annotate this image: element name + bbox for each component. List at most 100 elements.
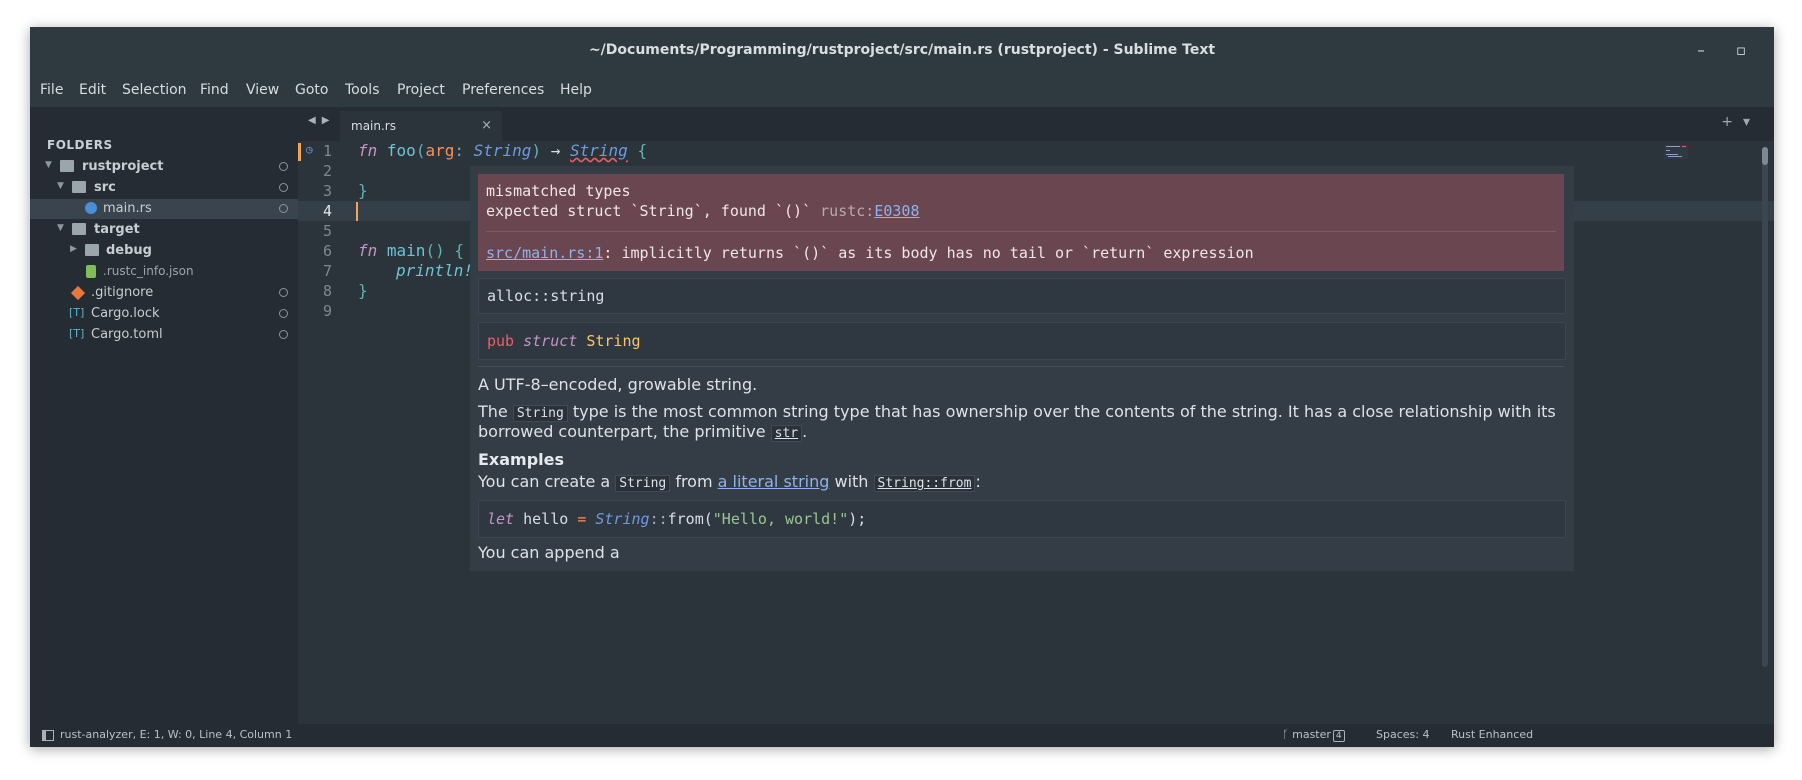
open-indicator-icon [279, 183, 288, 192]
tree-item-label: rustproject [82, 159, 164, 174]
menu-goto[interactable]: Goto [295, 82, 328, 98]
doc-paragraph: You can append a [478, 543, 620, 562]
tree-item-cargo-lock[interactable]: [T] Cargo.lock [30, 304, 298, 324]
location-link[interactable]: src/main.rs:1 [486, 244, 603, 262]
folder-open-icon [72, 181, 86, 193]
minimap[interactable] [1664, 145, 1688, 159]
chevron-down-icon[interactable]: ▼ [57, 223, 64, 233]
literal-string-link[interactable]: a literal string [718, 472, 830, 491]
close-icon[interactable]: ✕ [1768, 40, 1775, 60]
example-code: let hello = String::from("Hello, world!"… [487, 510, 867, 528]
toml-file-icon: [T] [69, 306, 85, 319]
code-text: fn foo(arg: String) → String { [358, 141, 648, 160]
menu-preferences[interactable]: Preferences [462, 82, 544, 98]
chevron-right-icon[interactable]: ▶ [70, 244, 77, 254]
open-indicator-icon [279, 204, 288, 213]
chevron-down-icon[interactable]: ▼ [45, 160, 52, 170]
folder-icon [85, 244, 99, 256]
rust-file-icon [85, 202, 97, 214]
sidebar-toggle-icon[interactable] [42, 730, 54, 741]
menu-file[interactable]: File [40, 82, 63, 98]
menu-selection[interactable]: Selection [122, 82, 187, 98]
module-path-block: alloc::string [478, 278, 1566, 314]
tree-item-src[interactable]: ▼ src [30, 178, 298, 198]
line-number: 9 [322, 302, 332, 320]
title-bar: ~/Documents/Programming/rustproject/src/… [30, 27, 1774, 73]
tree-item-label: src [94, 180, 116, 195]
diagnostic-error: mismatched types expected struct `String… [478, 174, 1564, 271]
tree-item-label: .rustc_info.json [103, 264, 194, 278]
minimize-icon[interactable]: – [1689, 40, 1713, 60]
tree-item-label: .gitignore [91, 285, 154, 300]
open-indicator-icon [279, 330, 288, 339]
menu-edit[interactable]: Edit [79, 82, 106, 98]
folder-open-icon [72, 223, 86, 235]
signature-block: pub struct String [478, 322, 1566, 360]
tree-item-cargo-toml[interactable]: [T] Cargo.toml [30, 325, 298, 345]
window-title: ~/Documents/Programming/rustproject/src/… [588, 42, 1216, 58]
line-number: 2 [322, 162, 332, 180]
menu-view[interactable]: View [246, 82, 279, 98]
syntax-selector[interactable]: Rust Enhanced [1451, 728, 1533, 741]
git-icon [70, 285, 86, 301]
tab-nav-arrows-icon[interactable]: ◀▶ [308, 115, 335, 126]
tree-item-label: Cargo.lock [91, 306, 160, 321]
open-indicator-icon [279, 288, 288, 297]
tab-bar: ◀▶ main.rs × +▾ [298, 107, 1774, 141]
line-number: 8 [322, 282, 332, 300]
code-text: fn main() { [358, 241, 464, 260]
status-diagnostics[interactable]: rust-analyzer, E: 1, W: 0, Line 4, Colum… [60, 728, 292, 741]
line-number: 3 [322, 182, 332, 200]
divider [486, 231, 1556, 232]
tab-label: main.rs [351, 119, 396, 133]
tree-item-gitignore[interactable]: .gitignore [30, 283, 298, 303]
folders-heading: FOLDERS [47, 138, 113, 152]
git-branch[interactable]: ᚴ master 4 [1282, 728, 1345, 742]
status-bar: rust-analyzer, E: 1, W: 0, Line 4, Colum… [30, 724, 1774, 747]
text-cursor [356, 202, 358, 221]
tree-item-target[interactable]: ▼ target [30, 220, 298, 240]
menu-help[interactable]: Help [560, 82, 592, 98]
tree-item-debug[interactable]: ▶ debug [30, 241, 298, 261]
sidebar: FOLDERS ▼ rustproject ▼ src main.rs ▼ ta… [30, 107, 298, 724]
code-text: } [358, 181, 368, 200]
open-indicator-icon [279, 309, 288, 318]
divider [478, 366, 1564, 367]
tree-item-main-rs[interactable]: main.rs [30, 199, 298, 219]
diagnostic-message: expected struct `String`, found `()` rus… [486, 202, 920, 220]
doc-summary: A UTF-8–encoded, growable string. [478, 375, 758, 394]
tree-item-label: debug [106, 243, 152, 258]
maximize-icon[interactable]: ▫ [1729, 40, 1753, 60]
scrollbar-thumb[interactable] [1762, 147, 1768, 165]
signature-text: pub struct String [487, 332, 641, 350]
menu-tools[interactable]: Tools [345, 82, 380, 98]
open-indicator-icon [279, 162, 288, 171]
code-line-1: ◷ 1 fn foo(arg: String) → String { [298, 141, 1774, 161]
string-from-link[interactable]: String::from [873, 475, 976, 492]
module-path: alloc::string [487, 287, 605, 305]
menu-project[interactable]: Project [397, 82, 445, 98]
line-number: 7 [322, 262, 332, 280]
folder-open-icon [60, 160, 74, 172]
tab-main-rs[interactable]: main.rs × [340, 111, 502, 141]
line-number: 5 [322, 222, 332, 240]
chevron-down-icon[interactable]: ▼ [57, 181, 64, 191]
tab-close-icon[interactable]: × [481, 118, 492, 133]
tree-item-rustproject[interactable]: ▼ rustproject [30, 157, 298, 177]
menu-find[interactable]: Find [200, 82, 229, 98]
tree-item-label: Cargo.toml [91, 327, 163, 342]
vertical-scrollbar[interactable] [1762, 147, 1768, 667]
menu-bar: File Edit Selection Find View Goto Tools… [30, 73, 1774, 107]
code-text: println! [396, 261, 474, 280]
diagnostic-note: src/main.rs:1: implicitly returns `()` a… [486, 244, 1254, 262]
toml-file-icon: [T] [69, 327, 85, 340]
diagnostic-title: mismatched types [486, 182, 631, 200]
new-tab-and-tab-list-icon[interactable]: +▾ [1721, 114, 1760, 130]
indentation-setting[interactable]: Spaces: 4 [1376, 728, 1429, 741]
tree-item-rustc-info[interactable]: .rustc_info.json [30, 262, 298, 282]
error-code-link[interactable]: E0308 [874, 202, 919, 220]
examples-heading: Examples [478, 450, 565, 469]
str-link[interactable]: str [770, 425, 803, 442]
modified-line-marker [298, 143, 301, 161]
app-window: ~/Documents/Programming/rustproject/src/… [30, 27, 1774, 747]
